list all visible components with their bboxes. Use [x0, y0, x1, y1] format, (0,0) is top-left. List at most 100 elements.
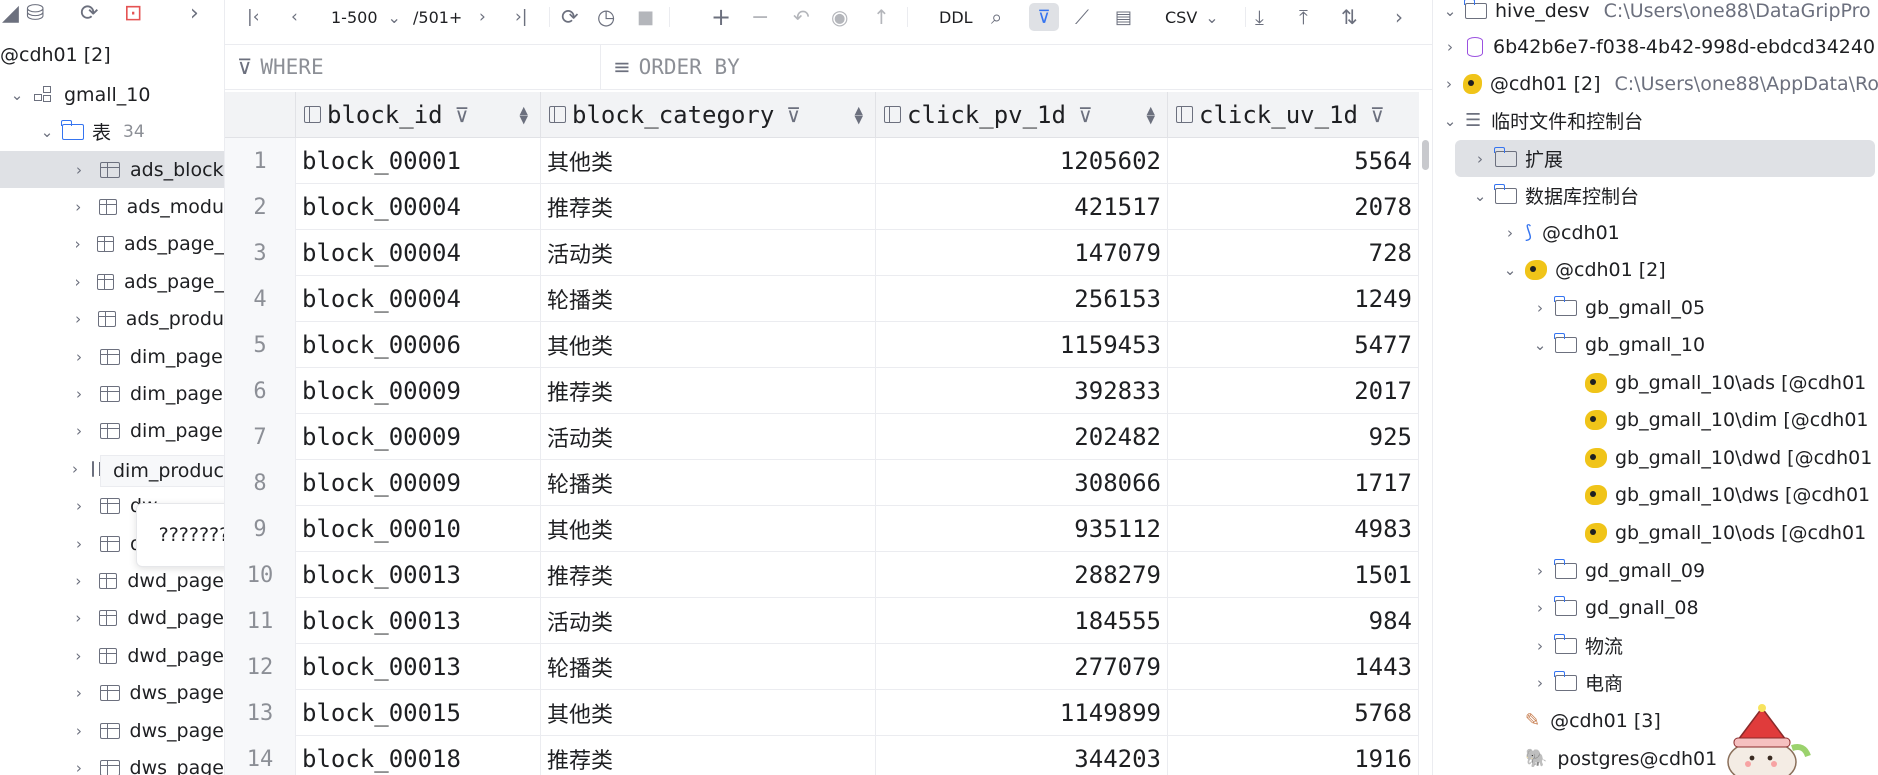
scrollbar-thumb[interactable]: [1422, 140, 1429, 170]
cell-click-uv-1d[interactable]: 1249: [1168, 276, 1419, 322]
row-number[interactable]: 12: [225, 644, 296, 690]
row-number[interactable]: 2: [225, 184, 296, 230]
first-page-icon[interactable]: |‹: [247, 3, 260, 31]
chevron-right-icon[interactable]: ›: [72, 273, 83, 291]
stop-icon[interactable]: ■: [637, 3, 654, 31]
delete-row-icon[interactable]: −: [751, 3, 769, 31]
tables-folder-node[interactable]: ⌄ 表 34: [0, 113, 224, 150]
cell-block-id[interactable]: block_00015: [296, 690, 541, 736]
table-node[interactable]: › dws_page: [0, 749, 224, 775]
cell-click-uv-1d[interactable]: 728: [1168, 230, 1419, 276]
cell-block-category[interactable]: 推荐类: [541, 368, 876, 414]
row-number[interactable]: 5: [225, 322, 296, 368]
sort-icon[interactable]: ▲ ▼: [855, 105, 863, 125]
cell-click-pv-1d[interactable]: 392833: [876, 368, 1168, 414]
table-node[interactable]: › dwd_page: [0, 637, 224, 674]
cell-click-uv-1d[interactable]: 2017: [1168, 368, 1419, 414]
scratches-node[interactable]: ⌄ ☰ 临时文件和控制台: [1433, 102, 1878, 139]
cell-block-category[interactable]: 活动类: [541, 598, 876, 644]
chevron-right-icon[interactable]: ›: [72, 684, 86, 702]
table-node[interactable]: › ads_modu: [0, 188, 224, 225]
table-node[interactable]: › ads_page_: [0, 263, 224, 300]
table-node[interactable]: › ads_produ: [0, 301, 224, 338]
reload-icon[interactable]: ⟳: [561, 3, 579, 31]
console-file-node[interactable]: gb_gmall_10\dws [@cdh01: [1433, 476, 1878, 513]
connection-node[interactable]: @cdh01 [2]: [0, 36, 224, 73]
cell-click-uv-1d[interactable]: 5477: [1168, 322, 1419, 368]
table-row[interactable]: 1 block_00001 其他类 1205602 5564: [225, 138, 1419, 184]
table-row[interactable]: 10 block_00013 推荐类 288279 1501: [225, 552, 1419, 598]
table-node[interactable]: › dws_page: [0, 675, 224, 712]
cell-block-id[interactable]: block_00009: [296, 460, 541, 506]
table-node[interactable]: › dim_page: [0, 413, 224, 450]
table-node[interactable]: › dim_page: [0, 375, 224, 412]
cell-click-uv-1d[interactable]: 4983: [1168, 506, 1419, 552]
chevron-right-icon[interactable]: ›: [72, 460, 78, 478]
column-header-click-uv-1d[interactable]: click_uv_1d ⊽: [1168, 92, 1419, 138]
row-number[interactable]: 7: [225, 414, 296, 460]
cell-block-id[interactable]: block_00004: [296, 276, 541, 322]
cell-block-id[interactable]: block_00009: [296, 414, 541, 460]
cell-click-pv-1d[interactable]: 277079: [876, 644, 1168, 690]
chevron-down-icon[interactable]: ⌄: [1443, 2, 1457, 20]
collapse-icon[interactable]: ◢: [2, 1, 19, 26]
more-chevron-icon[interactable]: ›: [190, 1, 199, 26]
table-node[interactable]: › dwd_page: [0, 600, 224, 637]
cell-click-uv-1d[interactable]: 1717: [1168, 460, 1419, 506]
cell-block-category[interactable]: 其他类: [541, 506, 876, 552]
table-node[interactable]: › dws_page: [0, 712, 224, 749]
column-header-block-category[interactable]: block_category ⊽ ▲ ▼: [541, 92, 876, 138]
cell-click-uv-1d[interactable]: 1443: [1168, 644, 1419, 690]
column-filter-icon[interactable]: ⊽: [786, 103, 801, 127]
cell-block-id[interactable]: block_00004: [296, 184, 541, 230]
table-node[interactable]: › ads_page_: [0, 226, 224, 263]
table-row[interactable]: 2 block_00004 推荐类 421517 2078: [225, 184, 1419, 230]
table-row[interactable]: 6 block_00009 推荐类 392833 2017: [225, 368, 1419, 414]
cell-block-id[interactable]: block_00013: [296, 598, 541, 644]
next-page-icon[interactable]: ›: [479, 3, 486, 31]
export-format-select[interactable]: CSV ⌄: [1165, 3, 1219, 31]
table-row[interactable]: 13 block_00015 其他类 1149899 5768: [225, 690, 1419, 736]
disconnect-icon[interactable]: ⊡: [124, 1, 142, 26]
chevron-right-icon[interactable]: ›: [1473, 150, 1487, 168]
cell-block-category[interactable]: 推荐类: [541, 552, 876, 598]
cell-click-pv-1d[interactable]: 288279: [876, 552, 1168, 598]
sort-icon[interactable]: ▲ ▼: [1147, 105, 1155, 125]
row-number[interactable]: 6: [225, 368, 296, 414]
cell-block-id[interactable]: block_00018: [296, 736, 541, 775]
extensions-node[interactable]: › 扩展: [1455, 140, 1875, 177]
project-node[interactable]: ⌄ hive_desv C:\Users\one88\DataGripPro: [1433, 0, 1878, 29]
cell-click-uv-1d[interactable]: 5564: [1168, 138, 1419, 184]
chevron-right-icon[interactable]: ›: [72, 497, 86, 515]
cell-block-category[interactable]: 轮播类: [541, 276, 876, 322]
row-number[interactable]: 13: [225, 690, 296, 736]
table-node[interactable]: › dim_page: [0, 338, 224, 375]
where-filter[interactable]: ⊽ WHERE: [237, 45, 324, 89]
sort-icon[interactable]: ▲ ▼: [520, 105, 528, 125]
folder-node[interactable]: › gb_gmall_05: [1433, 289, 1878, 326]
table-row[interactable]: 11 block_00013 活动类 184555 984: [225, 598, 1419, 644]
chevron-down-icon[interactable]: ⌄: [1473, 187, 1487, 205]
chevron-right-icon[interactable]: ›: [1533, 599, 1547, 617]
download-icon[interactable]: ⤓: [1255, 3, 1264, 31]
cell-click-pv-1d[interactable]: 202482: [876, 414, 1168, 460]
chevron-right-icon[interactable]: ›: [1533, 674, 1547, 692]
cell-click-uv-1d[interactable]: 5768: [1168, 690, 1419, 736]
folder-node[interactable]: › gd_gnall_08: [1433, 589, 1878, 626]
refresh-icon[interactable]: ⟳: [80, 1, 98, 26]
chevron-right-icon[interactable]: ›: [72, 572, 85, 590]
datasource-node[interactable]: › 6b42b6e7-f038-4b42-998d-ebdcd34240: [1433, 28, 1878, 65]
cell-block-category[interactable]: 其他类: [541, 322, 876, 368]
cell-block-id[interactable]: block_00004: [296, 230, 541, 276]
chevron-right-icon[interactable]: ›: [72, 161, 86, 179]
last-page-icon[interactable]: ›|: [515, 3, 528, 31]
cell-click-pv-1d[interactable]: 256153: [876, 276, 1168, 322]
cell-block-id[interactable]: block_00013: [296, 552, 541, 598]
cell-click-uv-1d[interactable]: 925: [1168, 414, 1419, 460]
chevron-right-icon[interactable]: ›: [72, 722, 86, 740]
chevron-right-icon[interactable]: ›: [72, 535, 86, 553]
folder-node[interactable]: › 电商: [1433, 664, 1878, 701]
filter-toggle-icon[interactable]: ⊽: [1029, 3, 1059, 31]
console-file-node[interactable]: gb_gmall_10\ods [@cdh01: [1433, 514, 1878, 551]
search-icon[interactable]: ⌕: [991, 3, 1002, 31]
